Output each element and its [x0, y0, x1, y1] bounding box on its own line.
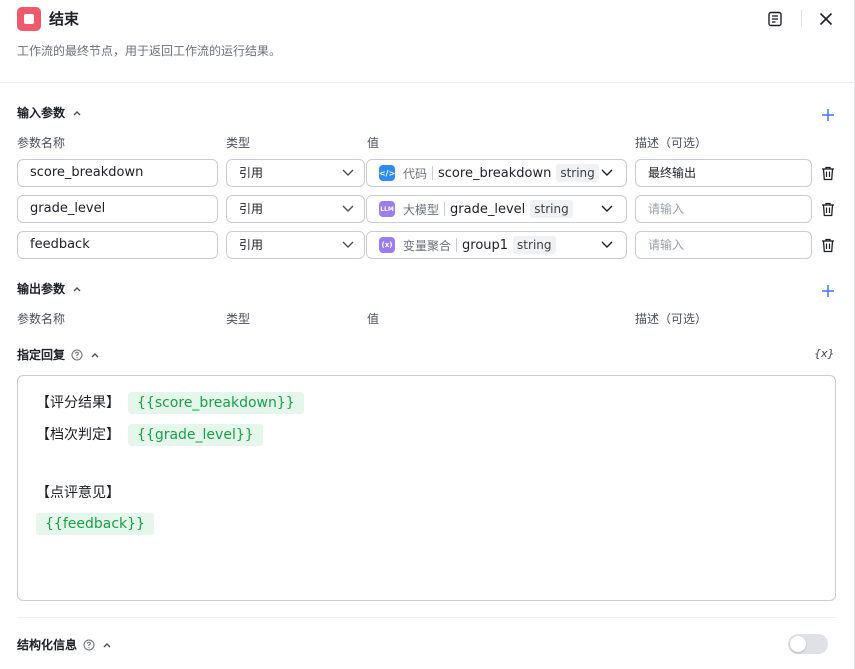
variable-aggregator-icon: (x): [379, 237, 395, 253]
notes-icon[interactable]: [765, 9, 785, 29]
reply-header[interactable]: 指定回复: [17, 346, 101, 364]
structured-info-toggle[interactable]: [788, 634, 828, 654]
col-header-desc: 描述（可选）: [635, 312, 708, 326]
header-divider: [801, 10, 802, 27]
variable-tag[interactable]: {{feedback}}: [36, 513, 154, 535]
close-icon[interactable]: [816, 9, 836, 29]
structured-info-header[interactable]: 结构化信息: [17, 636, 113, 654]
chevron-up-icon[interactable]: [89, 349, 101, 361]
param-desc-input[interactable]: 请输入: [635, 231, 812, 259]
node-description: 工作流的最终节点，用于返回工作流的运行结果。: [17, 44, 282, 58]
delete-param-icon[interactable]: [820, 201, 836, 217]
param-desc-input[interactable]: 最终输出: [635, 159, 812, 187]
input-params-title: 输入参数: [17, 106, 66, 120]
value-type-tag: string: [513, 236, 556, 254]
reply-text: 【点评意见】: [36, 485, 120, 501]
reply-line: 【档次判定】 {{grade_level}}: [36, 424, 263, 446]
help-icon[interactable]: [71, 349, 83, 361]
chevron-down-icon: [601, 169, 613, 176]
end-node-icon: [17, 7, 41, 31]
param-name-input[interactable]: score_breakdown: [17, 159, 218, 187]
output-params-title: 输出参数: [17, 282, 66, 296]
header-divider-line: [0, 82, 855, 83]
value-var-name: score_breakdown: [438, 165, 552, 181]
col-header-value: 值: [367, 312, 380, 326]
param-name-input[interactable]: grade_level: [17, 195, 218, 223]
chevron-down-icon: [601, 205, 613, 212]
reply-editor[interactable]: 【评分结果】 {{score_breakdown}} 【档次判定】 {{grad…: [17, 375, 836, 601]
param-value-select[interactable]: (x) 变量聚合 group1 string: [366, 231, 627, 259]
help-icon[interactable]: [83, 639, 95, 651]
output-params-header[interactable]: 输出参数: [17, 280, 83, 298]
param-type-value: 引用: [239, 202, 264, 216]
llm-icon: LLM: [379, 201, 395, 217]
param-type-select[interactable]: 引用: [226, 159, 365, 187]
value-type-tag: string: [556, 164, 599, 182]
variable-tag[interactable]: {{score_breakdown}}: [128, 392, 304, 414]
end-node-panel: 结束 工作流的最终节点，用于返回工作流的运行结果。 输入参数 参数名称 类型 值…: [0, 0, 855, 669]
add-output-param-icon[interactable]: [820, 283, 836, 299]
col-header-type: 类型: [226, 312, 251, 326]
divider: [456, 238, 458, 252]
value-var-name: grade_level: [450, 201, 526, 217]
col-header-desc: 描述（可选）: [635, 136, 708, 150]
value-type-tag: string: [530, 200, 573, 218]
col-header-name: 参数名称: [17, 136, 66, 150]
reply-line: 【点评意见】: [36, 483, 120, 503]
structured-info-title: 结构化信息: [17, 638, 78, 652]
delete-param-icon[interactable]: [820, 165, 836, 181]
insert-variable-icon[interactable]: {x}: [814, 346, 835, 362]
chevron-up-icon[interactable]: [71, 107, 83, 119]
reply-line: {{feedback}}: [36, 513, 154, 535]
reply-text: 【评分结果】: [36, 395, 120, 411]
chevron-up-icon[interactable]: [71, 283, 83, 295]
toggle-knob: [790, 636, 806, 652]
input-params-header[interactable]: 输入参数: [17, 104, 83, 122]
value-source-label: 代码: [403, 166, 428, 181]
divider: [432, 166, 434, 180]
value-source-label: 大模型: [403, 202, 440, 217]
add-input-param-icon[interactable]: [820, 107, 836, 123]
reply-line: 【评分结果】 {{score_breakdown}}: [36, 392, 304, 414]
section-divider: [17, 617, 836, 618]
delete-param-icon[interactable]: [820, 237, 836, 253]
reply-title: 指定回复: [17, 348, 66, 362]
node-title: 结束: [49, 10, 80, 28]
chevron-up-icon[interactable]: [101, 639, 113, 651]
chevron-down-icon: [342, 241, 354, 248]
divider: [444, 202, 446, 216]
param-value-select[interactable]: LLM 大模型 grade_level string: [366, 195, 627, 223]
param-type-select[interactable]: 引用: [226, 195, 365, 223]
value-source-label: 变量聚合: [403, 238, 452, 253]
param-type-value: 引用: [239, 166, 264, 180]
chevron-down-icon: [342, 205, 354, 212]
param-desc-input[interactable]: 请输入: [635, 195, 812, 223]
col-header-type: 类型: [226, 136, 251, 150]
col-header-name: 参数名称: [17, 312, 66, 326]
reply-text: 【档次判定】: [36, 427, 120, 443]
param-value-select[interactable]: </> 代码 score_breakdown string: [366, 159, 627, 187]
variable-tag[interactable]: {{grade_level}}: [128, 424, 263, 446]
chevron-down-icon: [342, 169, 354, 176]
code-icon: </>: [379, 165, 395, 181]
param-name-input[interactable]: feedback: [17, 231, 218, 259]
col-header-value: 值: [367, 136, 380, 150]
param-type-select[interactable]: 引用: [226, 231, 365, 259]
chevron-down-icon: [601, 241, 613, 248]
value-var-name: group1: [462, 237, 509, 253]
param-type-value: 引用: [239, 238, 264, 252]
